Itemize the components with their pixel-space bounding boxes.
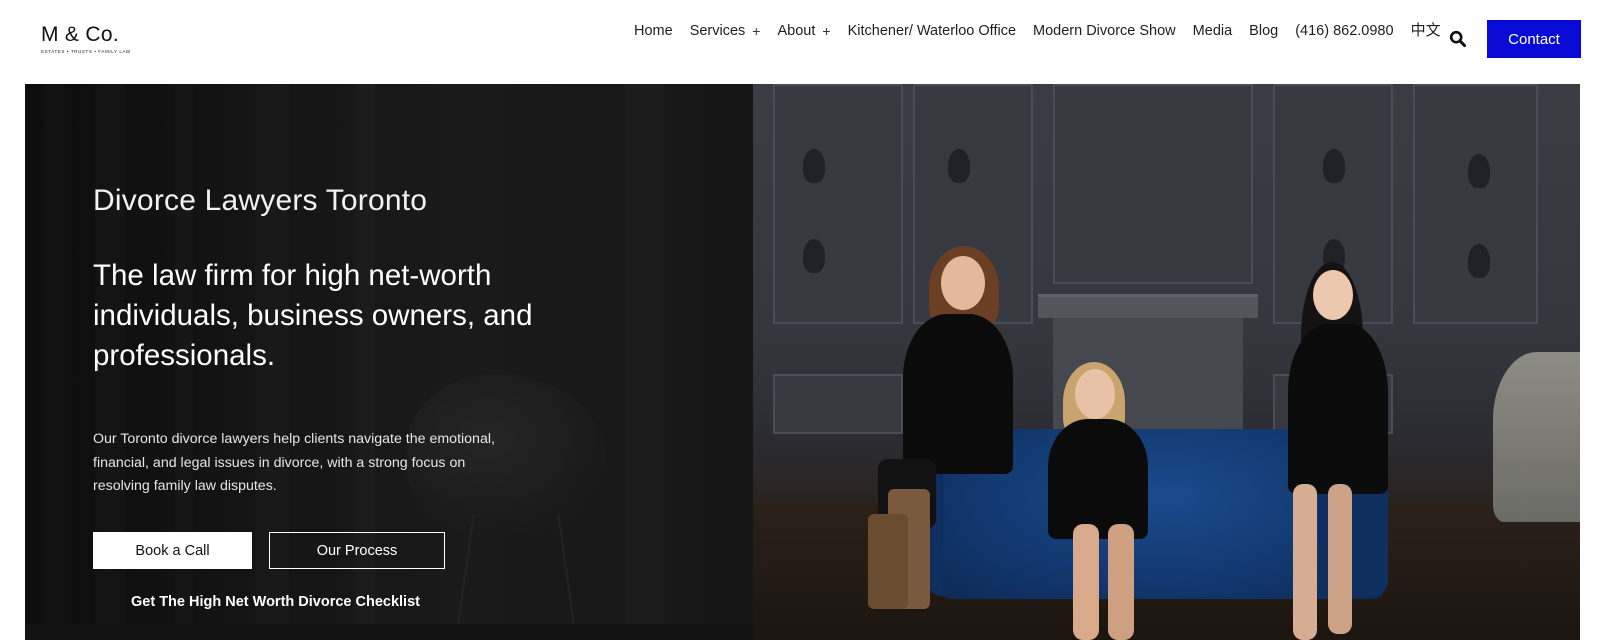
- fireplace-mantel: [1038, 294, 1258, 318]
- nav-item-label: Modern Divorce Show: [1033, 23, 1176, 39]
- wall-ornament: [948, 149, 970, 183]
- hero-headline: The law firm for high net-worth individu…: [93, 259, 533, 372]
- nav-item-phone[interactable]: (416) 862.0980: [1295, 23, 1393, 39]
- hero-description: Our Toronto divorce lawyers help clients…: [93, 431, 495, 494]
- hero-text-panel: Divorce Lawyers Toronto The law firm for…: [25, 84, 753, 640]
- nav-item-label: Services: [689, 23, 746, 39]
- nav-item-modern-divorce-show[interactable]: Modern Divorce Show: [1033, 23, 1176, 39]
- person-body: [903, 314, 1013, 474]
- person-leg: [1293, 484, 1317, 640]
- person-body: [1288, 324, 1388, 494]
- language-label: 中文: [1410, 20, 1441, 39]
- nav-item-chinese[interactable]: 中文: [1411, 19, 1441, 40]
- logo[interactable]: M & Co. ESTATES • TRUSTS • FAMILY LAW: [41, 23, 131, 57]
- phone-number: (416) 862.0980: [1295, 23, 1394, 39]
- person-body: [1048, 419, 1148, 539]
- nav-item-label: Home: [634, 23, 673, 39]
- nav-item-label: About: [777, 23, 816, 39]
- contact-button[interactable]: Contact: [1487, 20, 1581, 58]
- person-leg: [1328, 484, 1352, 634]
- wall-panel: [773, 84, 903, 324]
- our-process-label: Our Process: [316, 542, 398, 559]
- logo-tagline: ESTATES • TRUSTS • FAMILY LAW: [41, 49, 131, 54]
- team-photo: [753, 84, 1580, 640]
- hero-section: Divorce Lawyers Toronto The law firm for…: [25, 84, 1580, 640]
- boot: [868, 514, 908, 609]
- nav-item-about[interactable]: About +: [777, 23, 830, 39]
- person-face: [941, 256, 985, 310]
- chair-leg: [557, 514, 575, 624]
- plus-icon[interactable]: +: [822, 23, 830, 39]
- page-title: Divorce Lawyers Toronto: [93, 184, 428, 217]
- site-header: M & Co. ESTATES • TRUSTS • FAMILY LAW Ho…: [0, 0, 1600, 84]
- nav-item-label: Media: [1192, 23, 1233, 39]
- main-nav: Home Services + About + Kitchener/ Water…: [634, 18, 1463, 44]
- wall-ornament: [803, 149, 825, 183]
- plus-icon[interactable]: +: [752, 23, 760, 39]
- our-process-button[interactable]: Our Process: [269, 532, 445, 569]
- wall-ornament: [1468, 154, 1490, 188]
- book-a-call-label: Book a Call: [135, 542, 210, 559]
- wall-panel: [773, 374, 903, 434]
- floor: [25, 624, 753, 640]
- armchair: [1493, 352, 1580, 522]
- wall-ornament: [1323, 149, 1345, 183]
- wall-panel: [1053, 84, 1253, 284]
- nav-item-label: Blog: [1249, 23, 1279, 39]
- checklist-link[interactable]: Get The High Net Worth Divorce Checklist: [131, 594, 420, 610]
- nav-item-services[interactable]: Services +: [690, 23, 761, 39]
- book-a-call-button[interactable]: Book a Call: [93, 532, 252, 569]
- person-leg: [1108, 524, 1134, 640]
- search-icon[interactable]: [1449, 30, 1467, 48]
- nav-item-blog[interactable]: Blog: [1249, 23, 1278, 39]
- nav-item-kitchener-office[interactable]: Kitchener/ Waterloo Office: [848, 23, 1016, 39]
- nav-item-media[interactable]: Media: [1193, 23, 1233, 39]
- contact-button-label: Contact: [1508, 30, 1560, 48]
- logo-mark: M & Co.: [41, 23, 119, 46]
- person-face: [1313, 270, 1353, 320]
- nav-item-home[interactable]: Home: [634, 23, 673, 39]
- wall-ornament: [1468, 244, 1490, 278]
- wall-panel: [1413, 84, 1538, 324]
- nav-item-label: Kitchener/ Waterloo Office: [847, 23, 1017, 39]
- person-leg: [1073, 524, 1099, 640]
- wall-ornament: [803, 239, 825, 273]
- curtain-fold: [43, 84, 65, 640]
- person-face: [1075, 369, 1115, 419]
- curtain-fold: [625, 84, 665, 640]
